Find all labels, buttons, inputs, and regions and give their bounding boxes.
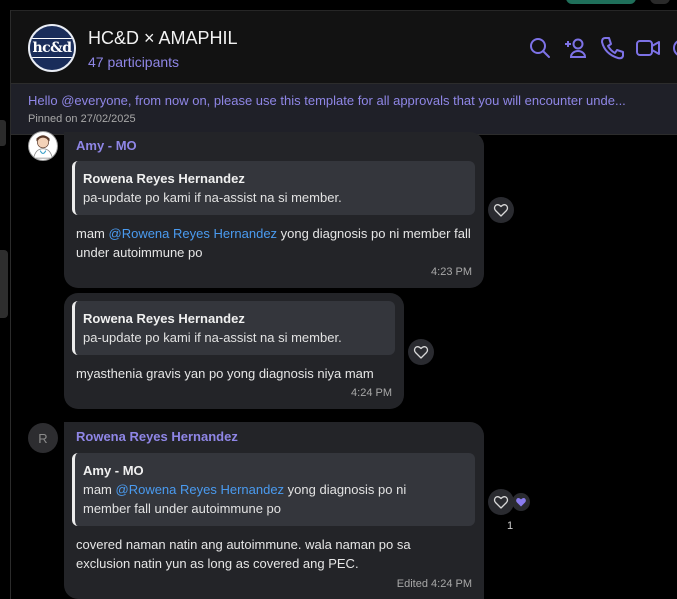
- search-icon[interactable]: [527, 35, 553, 61]
- quoted-text: pa-update po kami if na-assist na si mem…: [83, 190, 342, 205]
- message-text: covered naman natin ang autoimmune. wala…: [76, 537, 411, 571]
- left-panel-tab[interactable]: [0, 120, 6, 146]
- phone-icon[interactable]: [599, 35, 625, 61]
- quoted-sender: Rowena Reyes Hernandez: [83, 311, 245, 326]
- message-bubble[interactable]: Rowena Reyes Hernandez Amy - MO mam @Row…: [64, 422, 484, 599]
- message-text: myasthenia gravis yan po yong diagnosis …: [76, 366, 374, 381]
- quoted-message[interactable]: Amy - MO mam @Rowena Reyes Hernandez yon…: [72, 453, 475, 526]
- message-text: mam @Rowena Reyes Hernandez yong diagnos…: [76, 224, 476, 262]
- quoted-text: pa-update po kami if na-assist na si mem…: [83, 330, 342, 345]
- mention-link[interactable]: @Rowena Reyes Hernandez: [116, 482, 285, 497]
- group-logo: hc&d: [30, 38, 74, 58]
- message-time: 4:23 PM: [431, 266, 472, 278]
- more-icon[interactable]: [669, 35, 677, 61]
- add-person-icon[interactable]: [563, 35, 589, 61]
- quoted-text-part: mam: [83, 482, 116, 497]
- participants-count[interactable]: 47 participants: [88, 54, 179, 70]
- pinned-message-text: Hello @everyone, from now on, please use…: [28, 93, 626, 108]
- group-title[interactable]: HC&D × AMAPHIL: [88, 28, 238, 49]
- quoted-sender: Amy - MO: [83, 463, 144, 478]
- message-bubble[interactable]: Amy - MO Rowena Reyes Hernandez pa-updat…: [64, 132, 484, 288]
- pinned-message-banner[interactable]: Hello @everyone, from now on, please use…: [11, 83, 677, 135]
- group-avatar[interactable]: hc&d: [28, 24, 76, 72]
- message-text-part: mam: [76, 226, 109, 241]
- mention-link[interactable]: @Rowena Reyes Hernandez: [109, 226, 278, 241]
- quoted-sender: Rowena Reyes Hernandez: [83, 171, 245, 186]
- message-sender[interactable]: Rowena Reyes Hernandez: [76, 429, 238, 444]
- purple-heart-reaction[interactable]: [512, 493, 530, 511]
- message-time: 4:24 PM: [351, 387, 392, 399]
- avatar[interactable]: R: [28, 423, 58, 453]
- left-panel-scroll[interactable]: [0, 250, 8, 318]
- message-bubble[interactable]: Rowena Reyes Hernandez pa-update po kami…: [64, 293, 404, 409]
- quoted-message[interactable]: Rowena Reyes Hernandez pa-update po kami…: [72, 301, 395, 355]
- avatar[interactable]: [28, 131, 58, 161]
- message-sender[interactable]: Amy - MO: [76, 138, 137, 153]
- message-time: Edited 4:24 PM: [396, 578, 472, 590]
- pinned-date: Pinned on 27/02/2025: [28, 113, 136, 125]
- react-heart-icon[interactable]: [408, 339, 434, 365]
- quoted-message[interactable]: Rowena Reyes Hernandez pa-update po kami…: [72, 161, 475, 215]
- react-heart-icon[interactable]: [488, 489, 514, 515]
- video-icon[interactable]: [635, 35, 661, 61]
- quoted-text: mam @Rowena Reyes Hernandez yong diagnos…: [83, 480, 428, 518]
- top-action-button[interactable]: [566, 0, 636, 4]
- reaction-count: 1: [507, 520, 514, 532]
- chat-header: hc&d HC&D × AMAPHIL 47 participants: [11, 10, 677, 83]
- react-heart-icon[interactable]: [488, 197, 514, 223]
